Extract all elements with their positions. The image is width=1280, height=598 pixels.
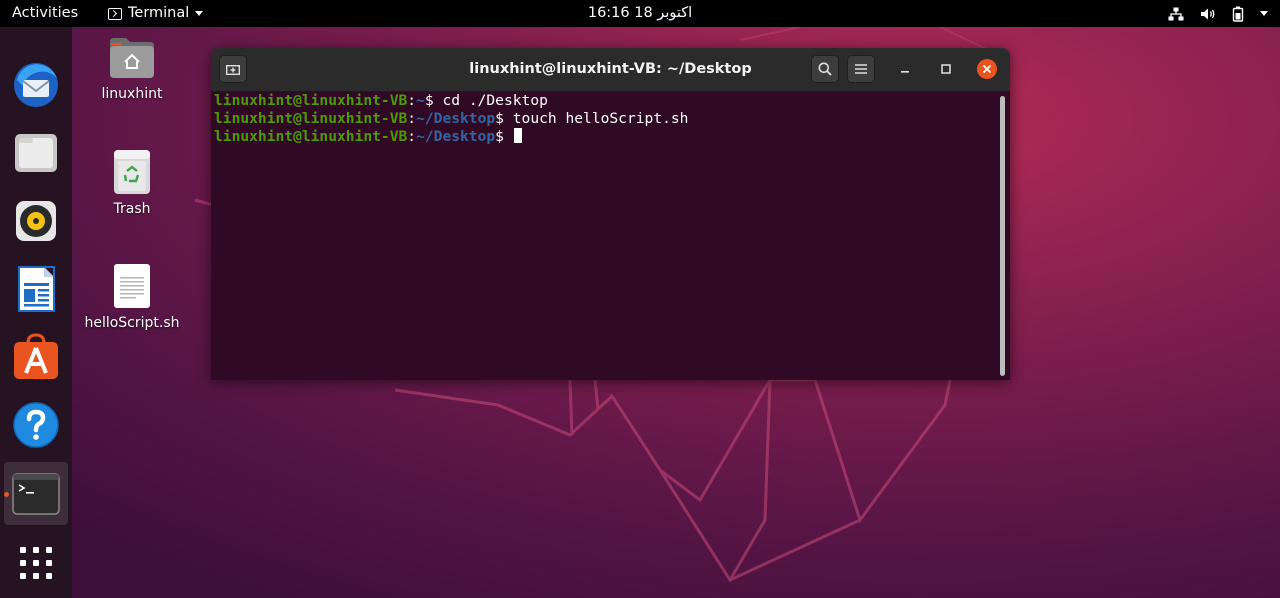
terminal-line: linuxhint@linuxhint-VB:~/Desktop$ <box>214 128 522 146</box>
command-text: touch helloScript.sh <box>512 110 689 127</box>
system-menu-caret-icon <box>1260 11 1268 16</box>
text-file-icon <box>114 264 150 308</box>
dock-libreoffice-writer[interactable] <box>8 261 64 317</box>
clock-button[interactable]: 16:16 اکتوبر 18 <box>588 5 692 21</box>
dock-ubuntu-software[interactable] <box>8 329 64 385</box>
top-bar: Activities Terminal 16:16 اکتوبر 18 <box>0 0 1280 27</box>
prompt-user: linuxhint@linuxhint-VB <box>214 92 408 109</box>
maximize-button[interactable] <box>933 56 959 82</box>
battery-icon <box>1232 6 1244 22</box>
desktop-icon-helloscript[interactable]: helloScript.sh <box>82 263 182 331</box>
text-cursor <box>513 128 522 143</box>
app-menu-button[interactable]: Terminal <box>108 0 204 27</box>
terminal-window[interactable]: linuxhint@linuxhint-VB: ~/Desktop linuxh… <box>211 48 1010 380</box>
search-button[interactable] <box>811 55 839 83</box>
prompt-separator: : <box>407 110 417 127</box>
close-button[interactable] <box>974 56 1000 82</box>
network-icon <box>1168 7 1184 20</box>
hamburger-menu-icon <box>855 64 867 74</box>
dock <box>0 27 72 598</box>
dock-files[interactable] <box>8 125 64 181</box>
system-tray[interactable] <box>1168 0 1268 27</box>
show-applications-button[interactable] <box>8 535 64 591</box>
rhythmbox-icon <box>16 201 56 241</box>
terminal-icon <box>108 7 122 20</box>
terminal-output[interactable]: linuxhint@linuxhint-VB:~$ cd ./Desktop l… <box>211 92 1010 380</box>
minimize-button[interactable] <box>892 56 918 82</box>
desktop-icon-home[interactable]: linuxhint <box>82 36 182 102</box>
prompt-symbol: $ <box>495 110 513 127</box>
new-tab-button[interactable] <box>219 55 247 83</box>
volume-icon <box>1201 8 1215 19</box>
dock-help[interactable] <box>8 397 64 453</box>
prompt-symbol: $ <box>495 128 513 145</box>
prompt-path: ~/Desktop <box>416 110 496 127</box>
dock-terminal[interactable] <box>8 466 64 522</box>
terminal-app-icon <box>12 473 60 515</box>
scrollbar[interactable] <box>1000 96 1005 376</box>
activities-button[interactable]: Activities <box>12 0 78 27</box>
close-icon <box>977 59 997 79</box>
dock-rhythmbox[interactable] <box>8 193 64 249</box>
app-grid-icon <box>20 547 52 579</box>
search-icon <box>818 62 832 76</box>
desktop-icon-trash[interactable]: Trash <box>82 149 182 217</box>
prompt-separator: : <box>407 128 417 145</box>
trash-icon <box>114 150 150 194</box>
prompt-path: ~/Desktop <box>416 128 496 145</box>
terminal-line: linuxhint@linuxhint-VB:~$ cd ./Desktop <box>214 92 548 110</box>
minimize-icon <box>901 71 909 73</box>
desktop-icon-label: linuxhint <box>101 86 163 102</box>
desktop-icon-label: Trash <box>113 201 151 217</box>
maximize-icon <box>941 64 951 74</box>
writer-icon <box>18 266 55 312</box>
chevron-down-icon <box>195 11 204 16</box>
app-menu-label: Terminal <box>128 5 190 21</box>
thunderbird-icon <box>14 63 58 107</box>
help-icon <box>13 402 59 448</box>
prompt-user: linuxhint@linuxhint-VB <box>214 128 408 145</box>
desktop-icon-label: helloScript.sh <box>84 315 180 331</box>
prompt-symbol: $ <box>424 92 443 109</box>
command-text: cd ./Desktop <box>442 92 548 109</box>
prompt-path: ~ <box>416 92 425 109</box>
menu-button[interactable] <box>847 55 875 83</box>
prompt-user: linuxhint@linuxhint-VB <box>214 110 408 127</box>
terminal-line: linuxhint@linuxhint-VB:~/Desktop$ touch … <box>214 110 688 128</box>
dock-thunderbird[interactable] <box>8 57 64 113</box>
title-bar[interactable]: linuxhint@linuxhint-VB: ~/Desktop <box>211 48 1010 92</box>
software-center-icon <box>14 333 58 379</box>
window-title: linuxhint@linuxhint-VB: ~/Desktop <box>469 61 752 77</box>
files-icon <box>15 134 57 172</box>
new-tab-icon <box>226 65 240 75</box>
home-folder-icon <box>110 38 154 78</box>
prompt-separator: : <box>407 92 417 109</box>
